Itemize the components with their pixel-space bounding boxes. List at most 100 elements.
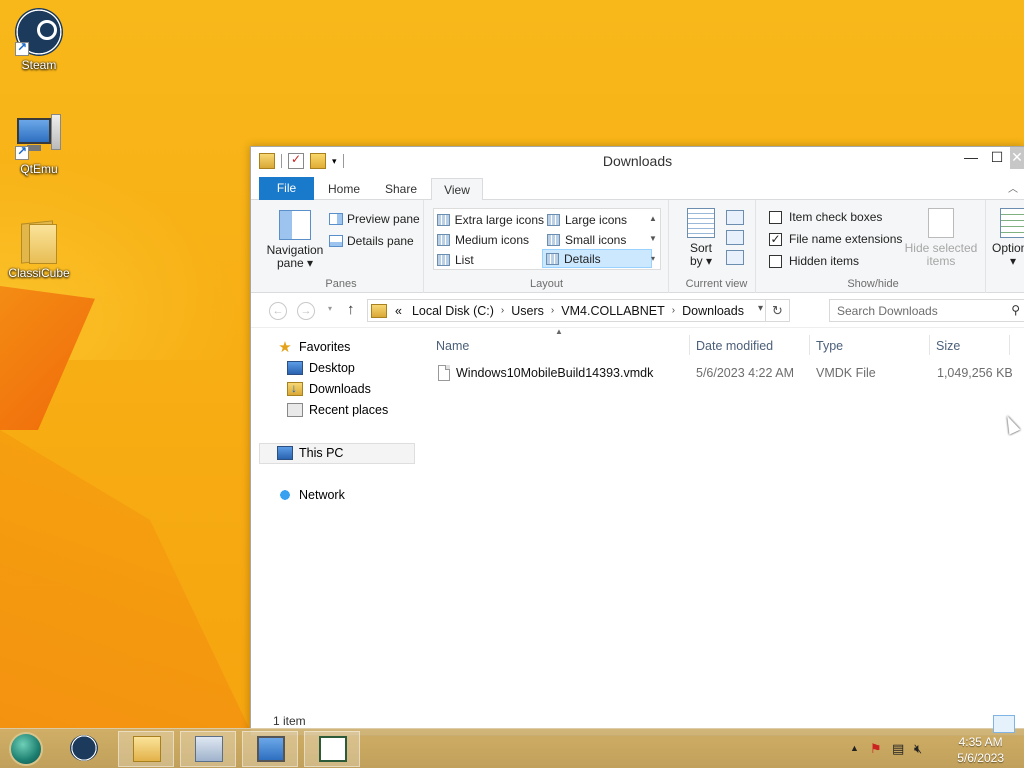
layout-large-icons[interactable]: Large icons bbox=[544, 210, 644, 229]
nav-label: Downloads bbox=[309, 382, 371, 396]
group-label: Panes bbox=[325, 278, 357, 290]
nav-item-favorites[interactable]: ★ Favorites bbox=[277, 337, 350, 357]
nav-item-downloads[interactable]: Downloads bbox=[287, 379, 371, 399]
minimize-button[interactable]: — bbox=[958, 147, 984, 169]
chevron-right-icon[interactable]: › bbox=[549, 305, 556, 316]
breadcrumb-vm4-collabnet[interactable]: VM4.COLLABNET bbox=[556, 304, 670, 318]
clock[interactable]: 4:35 AM 5/6/2023 bbox=[957, 734, 1004, 766]
column-divider[interactable] bbox=[689, 335, 690, 355]
recent-locations-dropdown[interactable]: ▾ bbox=[328, 304, 332, 313]
taskbar-qtemu[interactable] bbox=[242, 731, 298, 767]
extra-large-icons-icon bbox=[437, 213, 450, 226]
breadcrumb-overflow[interactable]: « bbox=[390, 304, 407, 318]
details-icon bbox=[546, 252, 559, 265]
ribbon-tabs: File Home Share View ︿ bbox=[251, 176, 1024, 201]
taskbar-steam[interactable] bbox=[56, 731, 112, 767]
nav-item-recent-places[interactable]: Recent places bbox=[287, 400, 388, 420]
layout-medium-icons[interactable]: Medium icons bbox=[434, 230, 544, 249]
layout-gallery-scroll[interactable]: ▲ ▼ ▾ bbox=[646, 209, 660, 269]
column-header-date-modified[interactable]: Date modified bbox=[696, 335, 773, 357]
breadcrumb-users[interactable]: Users bbox=[506, 304, 549, 318]
options-button[interactable]: Options ▾ bbox=[992, 208, 1024, 268]
clock-date: 5/6/2023 bbox=[957, 751, 1004, 765]
computer-icon bbox=[277, 446, 293, 460]
ribbon-group-show-hide: Item check boxes ✓ File name extensions … bbox=[761, 200, 986, 293]
desktop-icon-label: Steam bbox=[21, 58, 57, 72]
chevron-right-icon[interactable]: › bbox=[670, 305, 677, 316]
search-input[interactable]: Search Downloads ⚲ bbox=[829, 299, 1024, 322]
nav-item-desktop[interactable]: Desktop bbox=[287, 358, 355, 378]
layout-list[interactable]: List bbox=[434, 250, 544, 269]
sort-by-button[interactable]: Sort by ▾ bbox=[684, 208, 718, 268]
column-header-name[interactable]: Name bbox=[436, 335, 469, 357]
taskbar-file-explorer[interactable] bbox=[118, 731, 174, 767]
nav-item-network[interactable]: Network bbox=[277, 485, 345, 505]
start-button[interactable] bbox=[6, 732, 46, 766]
title-bar[interactable]: ▾ Downloads — ☐ ✕ bbox=[251, 147, 1024, 176]
checkbox-checked: ✓ bbox=[769, 231, 782, 246]
size-columns-to-fit-icon[interactable] bbox=[726, 250, 744, 265]
options-icon bbox=[1000, 208, 1024, 238]
hide-selected-label-2: items bbox=[926, 254, 956, 268]
layout-label: Small icons bbox=[565, 232, 627, 247]
sort-icon bbox=[687, 208, 715, 238]
network-tray-icon[interactable]: ▤ bbox=[892, 741, 904, 757]
details-view-button[interactable] bbox=[993, 715, 1015, 733]
network-icon bbox=[277, 488, 293, 502]
volume-muted-icon[interactable]: 🔇︎ bbox=[914, 741, 922, 757]
checkbox-unchecked bbox=[769, 210, 782, 224]
nav-label: Favorites bbox=[299, 340, 351, 354]
nav-item-this-pc[interactable]: This PC bbox=[277, 443, 343, 463]
desktop-icon-classicube[interactable]: ClassiCube bbox=[4, 216, 74, 280]
medium-icons-icon bbox=[437, 233, 450, 246]
address-bar[interactable]: « Local Disk (C:) › Users › VM4.COLLABNE… bbox=[367, 299, 790, 322]
column-header-size[interactable]: Size bbox=[936, 335, 960, 357]
tab-share[interactable]: Share bbox=[376, 178, 426, 200]
group-by-icon[interactable] bbox=[726, 210, 744, 225]
show-hidden-icons-button[interactable]: ▲ bbox=[850, 743, 859, 753]
layout-label: Large icons bbox=[565, 212, 628, 227]
column-divider[interactable] bbox=[1009, 335, 1010, 355]
maximize-button[interactable]: ☐ bbox=[984, 147, 1010, 169]
file-name-extensions-checkbox[interactable]: ✓ File name extensions bbox=[769, 230, 902, 248]
back-button[interactable]: ← bbox=[269, 302, 287, 320]
chevron-right-icon[interactable]: › bbox=[499, 305, 506, 316]
file-name: Windows10MobileBuild14393.vmdk bbox=[456, 366, 654, 380]
address-dropdown[interactable]: ▾ bbox=[758, 303, 763, 314]
address-row: ← → ▾ ↑ « Local Disk (C:) › Users › VM4.… bbox=[251, 294, 1024, 328]
action-center-flag-icon[interactable]: ⚑ bbox=[870, 741, 882, 757]
refresh-button[interactable]: ↻ bbox=[765, 300, 789, 321]
column-header-type[interactable]: Type bbox=[816, 335, 843, 357]
desktop-icon-qtemu[interactable]: QtEmu bbox=[4, 112, 74, 176]
breadcrumb-downloads[interactable]: Downloads bbox=[677, 304, 749, 318]
layout-small-icons[interactable]: Small icons bbox=[544, 230, 644, 249]
desktop-icon-label: ClassiCube bbox=[8, 266, 70, 280]
layout-label: Details bbox=[564, 251, 601, 266]
column-divider[interactable] bbox=[809, 335, 810, 355]
breadcrumb-local-disk[interactable]: Local Disk (C:) bbox=[407, 304, 499, 318]
forward-button[interactable]: → bbox=[297, 302, 315, 320]
navigation-pane-button[interactable]: Navigation pane ▾ bbox=[263, 208, 327, 270]
desktop-icon-steam[interactable]: Steam bbox=[4, 8, 74, 72]
layout-extra-large-icons[interactable]: Extra large icons bbox=[434, 210, 544, 229]
view-toggle-buttons bbox=[993, 715, 1015, 733]
add-columns-icon[interactable] bbox=[726, 230, 744, 245]
hidden-items-checkbox[interactable]: Hidden items bbox=[769, 252, 859, 270]
column-divider[interactable] bbox=[929, 335, 930, 355]
hide-selected-items-button[interactable]: Hide selected items bbox=[901, 208, 981, 268]
file-row[interactable]: Windows10MobileBuild14393.vmdk 5/6/2023 … bbox=[423, 363, 1024, 383]
tab-file[interactable]: File bbox=[259, 177, 314, 200]
preview-pane-button[interactable]: Preview pane bbox=[329, 210, 420, 228]
layout-details[interactable]: Details bbox=[542, 249, 652, 268]
checkbox-label: File name extensions bbox=[789, 232, 903, 246]
close-button[interactable]: ✕ bbox=[1010, 147, 1024, 169]
taskbar-window-app[interactable] bbox=[304, 731, 360, 767]
item-count: 1 item bbox=[273, 714, 306, 728]
minimize-ribbon-button[interactable]: ︿ bbox=[1008, 180, 1018, 195]
up-button[interactable]: ↑ bbox=[347, 301, 355, 318]
item-check-boxes-checkbox[interactable]: Item check boxes bbox=[769, 208, 882, 226]
taskbar-keyboard-app[interactable] bbox=[180, 731, 236, 767]
tab-home[interactable]: Home bbox=[319, 178, 369, 200]
details-pane-button[interactable]: Details pane bbox=[329, 232, 414, 250]
tab-view[interactable]: View bbox=[431, 178, 483, 201]
